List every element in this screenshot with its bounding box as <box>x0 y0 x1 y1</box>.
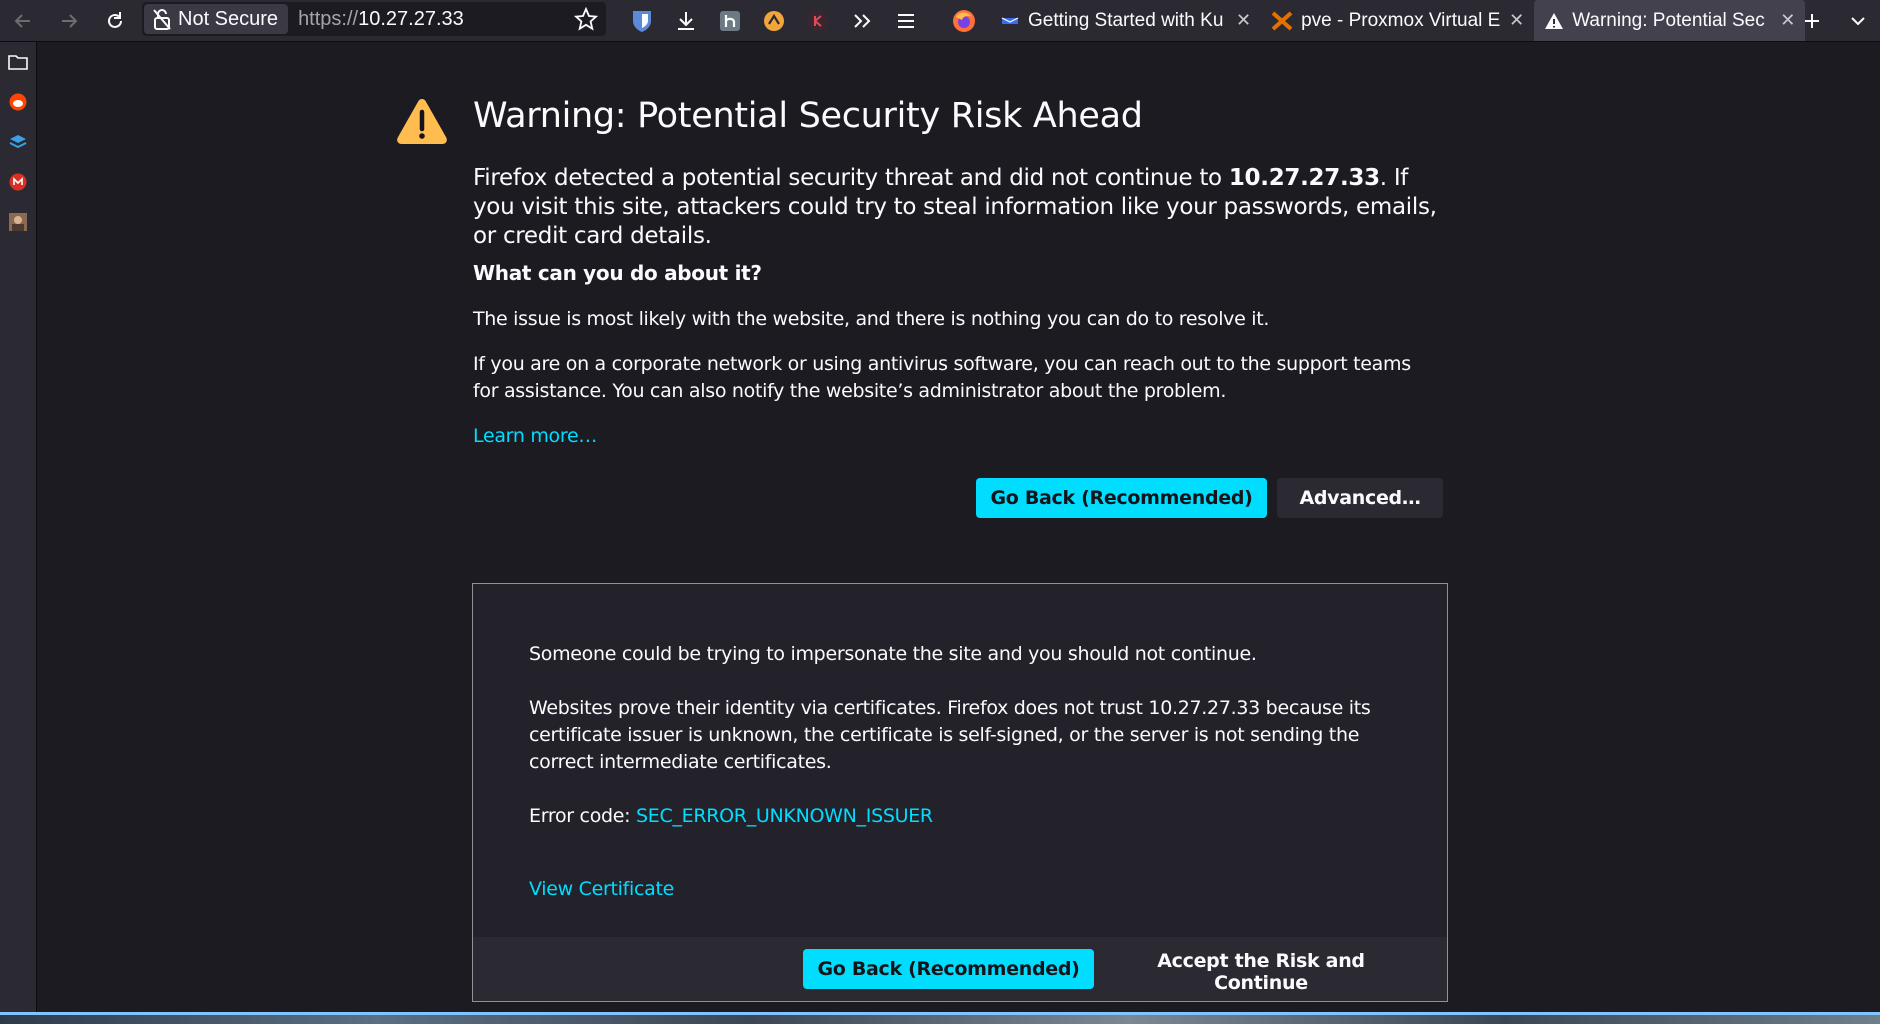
back-button[interactable] <box>0 0 46 41</box>
download-icon <box>678 11 694 30</box>
error-code-line: Error code: SEC_ERROR_UNKNOWN_ISSUER <box>529 803 1409 830</box>
advanced-button[interactable]: Advanced… <box>1277 478 1443 518</box>
bitwarden-extension[interactable] <box>620 0 664 41</box>
close-tab-icon[interactable]: ✕ <box>1236 10 1251 31</box>
sidebar-stack-button[interactable] <box>0 122 36 162</box>
app-menu-button[interactable] <box>884 0 928 41</box>
extension-k-button[interactable] <box>796 0 840 41</box>
tab-strip: Getting Started with Ku ✕ pve - Proxmox … <box>990 0 1806 41</box>
sidebar <box>0 42 37 1012</box>
tab-security-warning[interactable]: Warning: Potential Sec ✕ <box>1534 0 1806 41</box>
url-scheme: https:// <box>298 7 359 30</box>
not-secure-label: Not Secure <box>178 7 279 30</box>
firefox-icon <box>953 9 975 32</box>
tab-label: Warning: Potential Sec <box>1572 9 1765 31</box>
folder-icon <box>8 55 28 70</box>
extension-orange-icon <box>764 10 784 31</box>
intro-host: 10.27.27.33 <box>1228 165 1380 191</box>
site-identity-button[interactable]: Not Secure <box>144 4 289 34</box>
error-code-label: Error code: <box>529 805 637 827</box>
tab-label: Getting Started with Ku <box>1028 9 1224 31</box>
error-code-link[interactable]: SEC_ERROR_UNKNOWN_ISSUER <box>636 805 933 827</box>
url-host: 10.27.27.33 <box>358 7 464 30</box>
hamburger-menu-icon <box>898 13 914 28</box>
bookmark-star-icon[interactable] <box>574 7 598 31</box>
layers-icon <box>9 135 27 149</box>
chevron-down-icon <box>1851 16 1865 25</box>
more-tools-button[interactable] <box>840 0 884 41</box>
extension-h-icon <box>720 10 740 31</box>
go-back-button[interactable]: Go Back (Recommended) <box>976 478 1267 518</box>
new-tab-button[interactable] <box>1792 0 1832 41</box>
forward-button[interactable] <box>46 0 92 41</box>
sidebar-gmail-button[interactable] <box>0 162 36 202</box>
reload-icon <box>108 11 122 28</box>
extension-orange-button[interactable] <box>752 0 796 41</box>
photo-avatar-icon <box>9 213 27 231</box>
proxmox-icon <box>1271 11 1293 30</box>
desktop-wallpaper-strip <box>0 1012 1880 1024</box>
impersonate-text: Someone could be trying to impersonate t… <box>529 643 1257 665</box>
extension-toolbar <box>620 0 986 41</box>
extension-k-icon <box>808 10 828 31</box>
tab-label: pve - Proxmox Virtual E <box>1301 9 1501 31</box>
corporate-network-paragraph: If you are on a corporate network or usi… <box>473 353 1411 402</box>
warning-icon <box>1545 12 1564 29</box>
back-arrow-icon <box>14 13 30 28</box>
url-text[interactable]: https://10.27.27.33 <box>298 8 464 31</box>
intro-before: Firefox detected a potential security th… <box>473 165 1229 191</box>
firefox-view-button[interactable] <box>942 0 986 41</box>
go-back-button-secondary[interactable]: Go Back (Recommended) <box>803 949 1094 989</box>
resolve-paragraph: The issue is most likely with the websit… <box>473 308 1270 330</box>
tab-getting-started[interactable]: Getting Started with Ku ✕ <box>990 0 1261 41</box>
close-tab-icon[interactable]: ✕ <box>1509 10 1524 31</box>
url-bar[interactable]: Not Secure https://10.27.27.33 <box>142 2 606 36</box>
intro-text: Firefox detected a potential security th… <box>473 164 1453 251</box>
sidebar-bookmarks-button[interactable] <box>0 42 36 82</box>
sidebar-reddit-button[interactable] <box>0 82 36 122</box>
warning-triangle-icon <box>397 99 447 144</box>
tab-proxmox[interactable]: pve - Proxmox Virtual E ✕ <box>1261 0 1534 41</box>
plus-icon <box>1805 13 1819 28</box>
what-can-you-do-heading: What can you do about it? <box>473 261 762 285</box>
list-all-tabs-button[interactable] <box>1838 0 1878 41</box>
learn-more-link[interactable]: Learn more… <box>473 425 597 447</box>
certificate-explanation: Websites prove their identity via certif… <box>529 697 1371 773</box>
bitwarden-icon <box>633 10 651 32</box>
extension-h-button[interactable] <box>708 0 752 41</box>
advanced-panel: Someone could be trying to impersonate t… <box>472 583 1448 1002</box>
reddit-icon <box>9 93 27 111</box>
view-certificate-link[interactable]: View Certificate <box>529 876 674 903</box>
advanced-panel-footer: Go Back (Recommended) Accept the Risk an… <box>473 937 1447 1001</box>
mail-m-icon <box>9 173 27 191</box>
browser-toolbar: Not Secure https://10.27.27.33 Getting S… <box>0 0 1880 42</box>
reload-button[interactable] <box>92 0 138 41</box>
forward-arrow-icon <box>62 13 78 28</box>
chevrons-right-icon <box>854 13 871 28</box>
accept-risk-button[interactable]: Accept the Risk and Continue <box>1107 949 1415 994</box>
sidebar-photo-button[interactable] <box>0 202 36 242</box>
kubernetes-icon <box>1001 16 1019 24</box>
broken-lock-icon <box>153 9 171 30</box>
page-title: Warning: Potential Security Risk Ahead <box>473 96 1143 136</box>
downloads-button[interactable] <box>664 0 708 41</box>
